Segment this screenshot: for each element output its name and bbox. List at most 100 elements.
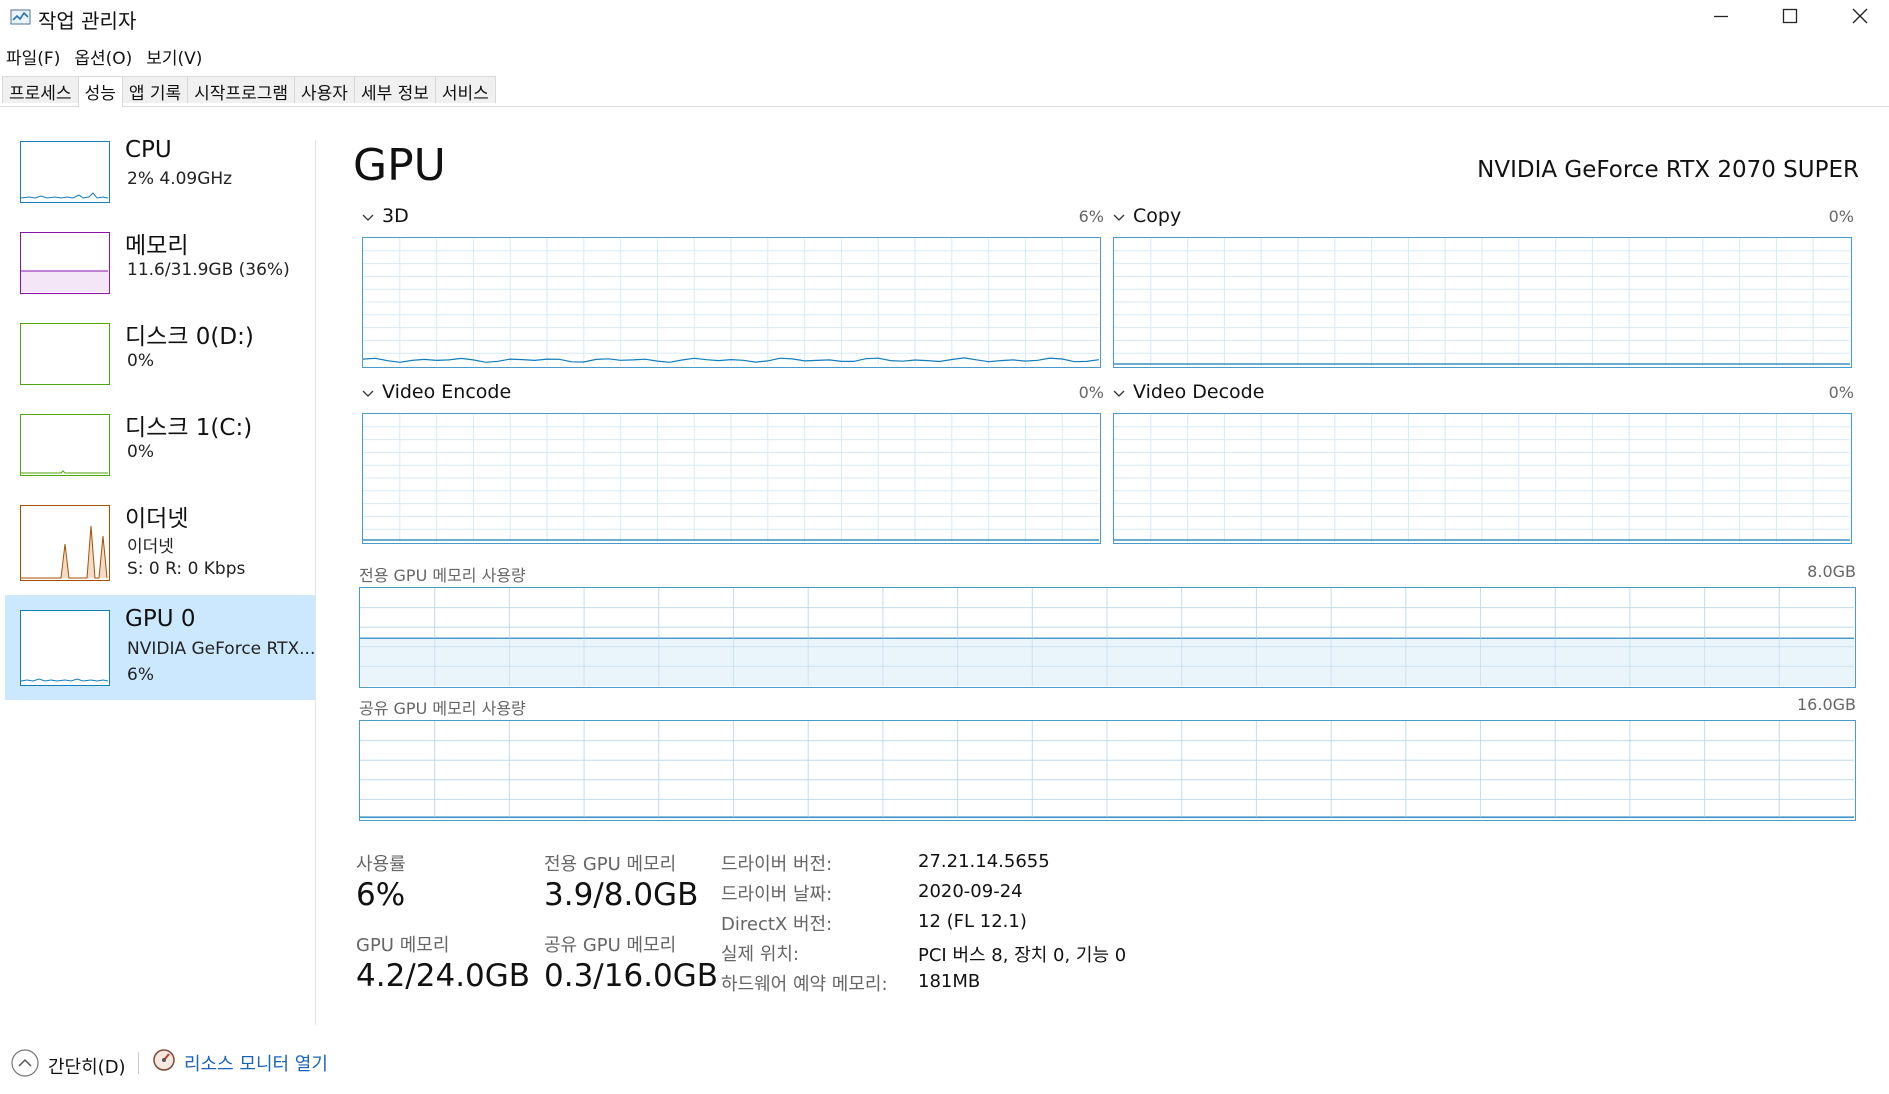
tab-startup[interactable]: 시작프로그램	[187, 76, 296, 104]
window-title: 작업 관리자	[38, 9, 137, 33]
menu-view[interactable]: 보기(V)	[140, 42, 210, 70]
resource-monitor-icon	[152, 1048, 176, 1077]
sidebar-item-title: 디스크 0(D:)	[125, 324, 254, 350]
engine-selector-3d[interactable]: 3D	[362, 205, 409, 227]
info-key-driver-version: 드라이버 버전:	[721, 854, 833, 875]
memory-thumbnail-graph	[20, 232, 110, 294]
maximize-button[interactable]	[1754, 0, 1826, 36]
tab-processes[interactable]: 프로세스	[2, 76, 79, 104]
menu-options[interactable]: 옵션(O)	[68, 42, 140, 70]
sidebar-item-sub: 11.6/31.9GB (36%)	[127, 260, 290, 280]
open-resource-monitor-link[interactable]: 리소스 모니터 열기	[152, 1048, 328, 1077]
sidebar-item-sub2: 6%	[127, 665, 154, 685]
cpu-thumbnail-graph	[20, 141, 110, 203]
engine-graph-video-encode	[362, 413, 1101, 544]
menu-file[interactable]: 파일(F)	[0, 42, 68, 70]
engine-percent-copy: 0%	[1828, 207, 1854, 226]
engine-graph-video-encode-svg	[363, 414, 1099, 542]
engine-selector-video-encode[interactable]: Video Encode	[362, 381, 511, 403]
engine-graph-copy	[1113, 237, 1852, 368]
minimize-button[interactable]	[1685, 0, 1757, 36]
shared-gpu-memory-label: 공유 GPU 메모리	[544, 935, 677, 956]
sidebar-item-disk0[interactable]: 디스크 0(D:) 0%	[5, 317, 315, 417]
sidebar-divider	[315, 140, 316, 1025]
gpu-memory-value: 4.2/24.0GB	[356, 958, 531, 994]
dedicated-memory-graph-svg	[360, 588, 1854, 686]
sidebar-item-sub: 0%	[127, 442, 154, 462]
info-value-physical-location: PCI 버스 8, 장치 0, 기능 0	[918, 945, 1127, 966]
tab-performance[interactable]: 성능	[77, 76, 123, 107]
minimize-icon	[1713, 8, 1729, 28]
sidebar-item-ethernet[interactable]: 이더넷 이더넷 S: 0 R: 0 Kbps	[5, 499, 315, 599]
engine-graph-copy-svg	[1114, 238, 1850, 366]
sidebar-item-gpu0[interactable]: GPU 0 NVIDIA GeForce RTX... 6%	[5, 595, 315, 700]
info-key-reserved-memory: 하드웨어 예약 메모리:	[721, 974, 888, 995]
utilization-value: 6%	[356, 877, 406, 913]
sidebar-item-cpu[interactable]: CPU 2% 4.09GHz	[5, 135, 315, 235]
info-key-physical-location: 실제 위치:	[721, 944, 800, 965]
maximize-icon	[1782, 8, 1798, 28]
engine-label-video-decode: Video Decode	[1133, 381, 1265, 403]
task-manager-icon	[10, 8, 32, 26]
close-icon	[1852, 8, 1868, 28]
chevron-down-icon	[362, 205, 374, 227]
dedicated-gpu-memory-value: 3.9/8.0GB	[544, 877, 699, 913]
title-bar: 작업 관리자	[0, 0, 1889, 36]
sidebar-item-sub2: S: 0 R: 0 Kbps	[127, 559, 246, 579]
tab-services[interactable]: 서비스	[434, 76, 496, 104]
engine-graph-video-decode	[1113, 413, 1852, 544]
fewer-details-button[interactable]: 간단히(D)	[10, 1048, 126, 1083]
shared-memory-graph-svg	[360, 721, 1854, 819]
sidebar-item-title: GPU 0	[125, 606, 196, 632]
engine-graph-video-decode-svg	[1114, 414, 1850, 542]
gpu-model-name: NVIDIA GeForce RTX 2070 SUPER	[1477, 157, 1859, 183]
shared-memory-max: 16.0GB	[1797, 695, 1856, 714]
info-value-driver-version: 27.21.14.5655	[918, 851, 1050, 872]
tab-users[interactable]: 사용자	[294, 76, 355, 104]
sidebar-item-sub: 2% 4.09GHz	[127, 169, 233, 189]
dedicated-memory-max: 8.0GB	[1807, 562, 1856, 581]
engine-percent-3d: 6%	[1078, 207, 1104, 226]
page-title: GPU	[353, 140, 446, 191]
disk1-thumbnail-graph	[20, 414, 110, 476]
sidebar-item-title: 메모리	[125, 233, 189, 259]
info-key-driver-date: 드라이버 날짜:	[721, 884, 833, 905]
sidebar-item-title: 이더넷	[125, 506, 189, 532]
info-value-reserved-memory: 181MB	[918, 971, 981, 992]
sidebar-item-sub: 이더넷	[127, 537, 174, 557]
shared-memory-graph	[359, 720, 1856, 821]
sidebar-item-sub: 0%	[127, 351, 154, 371]
engine-graph-3d-svg	[362, 238, 1100, 366]
engine-label-3d: 3D	[382, 205, 409, 227]
sidebar-item-sub: NVIDIA GeForce RTX...	[127, 639, 316, 659]
shared-gpu-memory-value: 0.3/16.0GB	[544, 958, 719, 994]
shared-memory-label: 공유 GPU 메모리 사용량	[359, 699, 526, 718]
tab-bar: 프로세스 성능 앱 기록 시작프로그램 사용자 세부 정보 서비스	[0, 76, 1889, 107]
sidebar-item-title: 디스크 1(C:)	[125, 415, 253, 441]
info-value-directx-version: 12 (FL 12.1)	[918, 911, 1027, 932]
tab-app-history[interactable]: 앱 기록	[121, 76, 189, 104]
open-resource-monitor-label: 리소스 모니터 열기	[184, 1053, 328, 1075]
close-button[interactable]	[1824, 0, 1889, 36]
footer-separator	[138, 1052, 139, 1074]
engine-label-video-encode: Video Encode	[382, 381, 512, 403]
info-key-directx-version: DirectX 버전:	[721, 914, 833, 935]
disk0-thumbnail-graph	[20, 323, 110, 385]
engine-graph-3d	[362, 237, 1101, 368]
chevron-down-icon	[362, 381, 374, 403]
tab-details[interactable]: 세부 정보	[353, 76, 436, 104]
engine-label-copy: Copy	[1133, 205, 1182, 227]
engine-selector-video-decode[interactable]: Video Decode	[1113, 381, 1264, 403]
dedicated-memory-label: 전용 GPU 메모리 사용량	[359, 566, 526, 585]
dedicated-memory-graph	[359, 587, 1856, 688]
utilization-label: 사용률	[356, 854, 406, 875]
sidebar-item-memory[interactable]: 메모리 11.6/31.9GB (36%)	[5, 226, 315, 326]
chevron-down-icon	[1113, 381, 1125, 403]
sidebar-item-title: CPU	[125, 137, 172, 163]
gpu-thumbnail-graph	[20, 610, 110, 686]
info-value-driver-date: 2020-09-24	[918, 881, 1023, 902]
sidebar-item-disk1[interactable]: 디스크 1(C:) 0%	[5, 408, 315, 508]
engine-percent-video-decode: 0%	[1828, 383, 1854, 402]
chevron-up-icon	[10, 1048, 40, 1083]
engine-selector-copy[interactable]: Copy	[1113, 205, 1181, 227]
